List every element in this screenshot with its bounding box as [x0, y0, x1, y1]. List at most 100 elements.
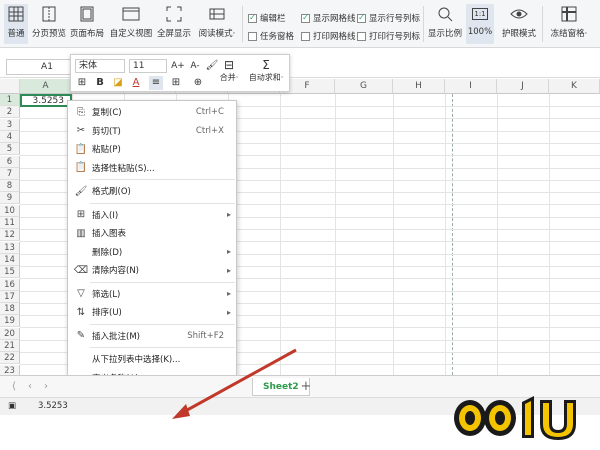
read-mode-icon [207, 4, 227, 24]
zoom-100-button[interactable]: 1:1 100% [466, 4, 494, 44]
menu-item-7[interactable]: ⊞ 插入(I) ▸ [68, 206, 236, 224]
menu-item-3[interactable]: 📋 选择性粘贴(S)... [68, 159, 236, 177]
menu-item-13[interactable]: ⇅ 排序(U) ▸ [68, 303, 236, 321]
column-header-k[interactable]: K [549, 79, 600, 94]
sort-icon: ⇅ [76, 306, 86, 318]
mini-toolbar: 宋体 11 A+ A- 🖌 ⊞ B ◪ A ≡ ⊞ ⊕ ⊟ 合并· Σ 自动求和… [70, 54, 290, 92]
row-header-9[interactable]: 9 [0, 192, 20, 205]
menu-item-17[interactable]: 从下拉列表中选择(K)... [68, 350, 236, 368]
checkbox-checked-icon: ✓ [301, 13, 310, 23]
custom-view-button[interactable]: 自定义视图 [110, 4, 152, 44]
row-header-4[interactable]: 4 [0, 130, 20, 143]
normal-view-button[interactable]: 普通 [4, 4, 28, 44]
column-header-a[interactable]: A [20, 79, 72, 94]
row-header-10[interactable]: 10 [0, 204, 20, 217]
zoom-button[interactable]: 显示比例 [428, 4, 462, 44]
grow-font-button[interactable]: A+ [171, 59, 185, 73]
show-gridlines-label: 显示网格线 [313, 14, 356, 24]
menu-item-5[interactable]: 🖌 格式刷(O) [68, 182, 236, 200]
merge-button[interactable]: ⊟ 合并· [217, 58, 241, 83]
menu-shortcut: Ctrl+X [195, 125, 224, 136]
font-color-icon[interactable]: A [129, 76, 143, 90]
cell-a1[interactable]: 3.5253 [20, 94, 72, 107]
row-header-15[interactable]: 15 [0, 266, 20, 279]
add-sheet-icon[interactable]: + [300, 380, 312, 393]
row-header-5[interactable]: 5 [0, 143, 20, 156]
row-header-18[interactable]: 18 [0, 303, 20, 316]
freeze-panes-label: 冻结窗格· [550, 29, 588, 39]
page-layout-button[interactable]: 页面布局 [70, 4, 104, 44]
menu-item-12[interactable]: ▽ 筛选(L) ▸ [68, 285, 236, 303]
column-header-g[interactable]: G [335, 79, 393, 94]
menu-item-10[interactable]: ⌫ 清除内容(N) ▸ [68, 261, 236, 279]
prev-sheet-icon[interactable]: ‹ [24, 381, 36, 393]
bold-button[interactable]: B [93, 76, 107, 90]
column-gridline [445, 94, 446, 375]
menu-item-label: 筛选(L) [92, 289, 121, 300]
row-header-1[interactable]: 1 [0, 94, 20, 106]
first-sheet-icon[interactable]: ⟨ [8, 381, 20, 393]
sigma-icon: Σ [262, 58, 270, 72]
row-header-2[interactable]: 2 [0, 106, 20, 119]
row-header-16[interactable]: 16 [0, 278, 20, 291]
menu-item-label: 剪切(T) [92, 126, 121, 137]
submenu-arrow-icon: ▸ [226, 289, 231, 298]
ribbon-divider [542, 6, 543, 42]
row-header-19[interactable]: 19 [0, 315, 20, 328]
print-headers-label: 打印行号列标 [369, 32, 421, 42]
fullscreen-icon [164, 4, 184, 24]
menu-item-2[interactable]: 📋 粘贴(P) [68, 140, 236, 158]
eye-care-label: 护眼模式 [502, 29, 537, 39]
fullscreen-button[interactable]: 全屏显示 [156, 4, 192, 44]
menu-item-15[interactable]: ✎ 插入批注(M) Shift+F2 [68, 327, 236, 345]
insert-cells-icon[interactable]: ⊕ [191, 76, 205, 90]
autosum-button[interactable]: Σ 自动求和· [245, 58, 287, 83]
next-sheet-icon[interactable]: › [40, 381, 52, 393]
menu-item-1[interactable]: ✂ 剪切(T) Ctrl+X [68, 122, 236, 140]
font-select[interactable]: 宋体 [75, 59, 125, 73]
cell-border-icon[interactable]: ⊞ [169, 76, 183, 90]
row-header-14[interactable]: 14 [0, 253, 20, 266]
copy-icon: ⎘ [77, 106, 85, 118]
task-pane-checkbox[interactable]: 任务窗格 [248, 30, 294, 42]
fill-color-icon[interactable]: ◪ [111, 76, 125, 90]
read-mode-button[interactable]: 阅读模式· [196, 4, 238, 44]
row-header-11[interactable]: 11 [0, 217, 20, 229]
row-header-6[interactable]: 6 [0, 155, 20, 168]
row-header-20[interactable]: 20 [0, 327, 20, 340]
menu-shortcut: Shift+F2 [187, 330, 224, 341]
show-gridlines-checkbox[interactable]: ✓ 显示网格线 [301, 12, 356, 24]
row-header-21[interactable]: 21 [0, 340, 20, 352]
row-header-13[interactable]: 13 [0, 241, 20, 254]
chart-icon: ▥ [76, 227, 86, 239]
shrink-font-button[interactable]: A- [188, 59, 202, 73]
page-preview-button[interactable]: 分页预览 [32, 4, 66, 44]
column-header-j[interactable]: J [497, 79, 549, 94]
submenu-arrow-icon: ▸ [226, 247, 231, 256]
row-header-12[interactable]: 12 [0, 229, 20, 242]
row-header-17[interactable]: 17 [0, 290, 20, 303]
checkbox-empty-icon [301, 31, 310, 41]
select-all-corner[interactable] [0, 79, 20, 94]
menu-item-0[interactable]: ⎘ 复制(C) Ctrl+C [68, 103, 236, 121]
print-headers-checkbox[interactable]: 打印行号列标 [357, 30, 420, 42]
font-size-select[interactable]: 11 [129, 59, 167, 73]
row-header-8[interactable]: 8 [0, 180, 20, 193]
freeze-panes-button[interactable]: 冻结窗格· [548, 4, 590, 44]
menu-item-8[interactable]: ▥ 插入图表 [68, 224, 236, 242]
print-gridlines-checkbox[interactable]: 打印网格线 [301, 30, 356, 42]
column-header-i[interactable]: I [445, 79, 497, 94]
border-icon[interactable]: ⊞ [75, 76, 89, 90]
grid-icon [6, 4, 26, 24]
row-header-7[interactable]: 7 [0, 167, 20, 180]
row-header-3[interactable]: 3 [0, 118, 20, 131]
checkbox-empty-icon [248, 31, 257, 41]
show-headers-checkbox[interactable]: ✓ 显示行号列标 [357, 12, 420, 24]
column-header-h[interactable]: H [393, 79, 445, 94]
menu-item-9[interactable]: 删除(D) ▸ [68, 243, 236, 261]
eye-care-button[interactable]: 护眼模式 [502, 4, 536, 44]
align-center-icon[interactable]: ≡ [149, 76, 163, 90]
formula-bar-checkbox[interactable]: ✓ 编辑栏 [248, 12, 286, 24]
row-header-22[interactable]: 22 [0, 352, 20, 365]
menu-separator [90, 281, 235, 283]
